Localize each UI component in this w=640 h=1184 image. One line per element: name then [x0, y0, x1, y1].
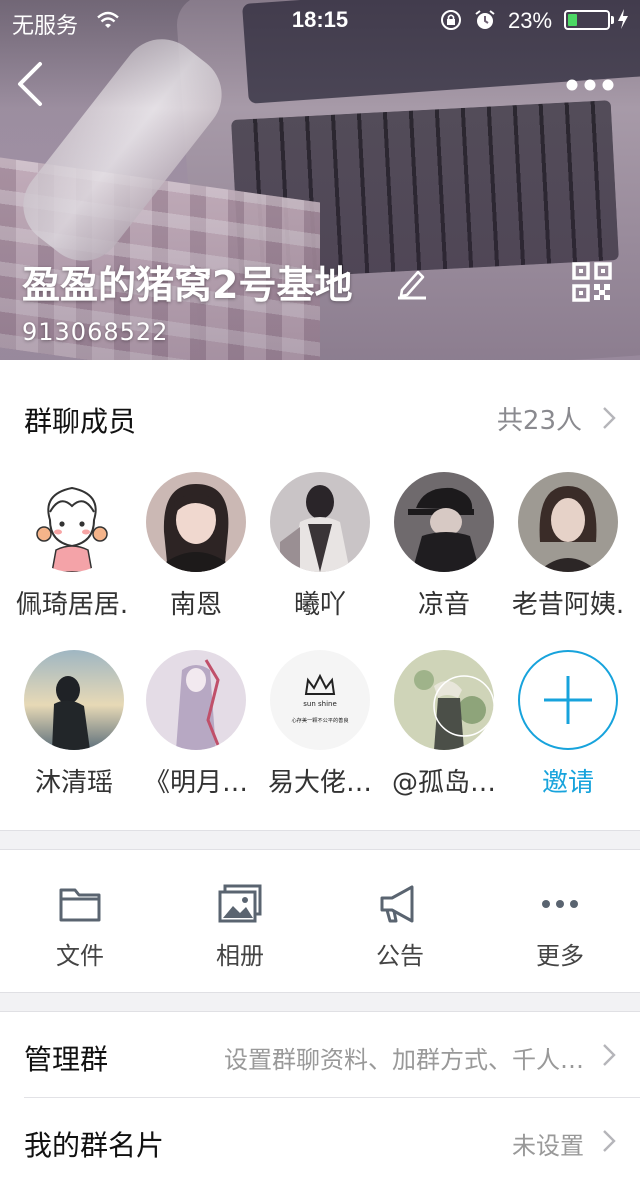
- edit-name-pencil-icon[interactable]: [396, 266, 428, 300]
- member-avatar: [394, 650, 494, 750]
- members-section: 群聊成员 共23人 佩琦居居. 南恩 曦吖 凉音 老昔阿姨. 沐清瑶 《明月… …: [0, 360, 640, 830]
- member-item[interactable]: 《明月…: [134, 650, 258, 800]
- member-item[interactable]: 佩琦居居.: [10, 472, 134, 622]
- avatar-logo-text: sun shine: [303, 700, 337, 708]
- chevron-right-icon: [603, 407, 616, 429]
- member-item[interactable]: 曦吖: [258, 472, 382, 622]
- member-item[interactable]: 凉音: [382, 472, 506, 622]
- member-name: 易大佬…: [267, 768, 372, 798]
- back-button[interactable]: [14, 60, 54, 108]
- status-bar: 无服务 18:15 23%: [0, 0, 640, 40]
- member-name: 佩琦居居.: [15, 590, 129, 620]
- more-options-button[interactable]: [560, 70, 620, 100]
- member-name: 南恩: [169, 590, 222, 620]
- member-avatar: [146, 650, 246, 750]
- my-group-card-row[interactable]: 我的群名片 未设置: [0, 1098, 640, 1184]
- more-dots-icon: [566, 79, 614, 91]
- member-avatar: sun shine 心存美一颗不公平的善良: [270, 650, 370, 750]
- member-avatar: [270, 472, 370, 572]
- members-header[interactable]: 群聊成员 共23人: [0, 360, 640, 460]
- chevron-right-icon: [603, 1130, 616, 1152]
- members-count: 共23人: [496, 406, 582, 436]
- member-item[interactable]: @孤岛…: [382, 650, 506, 800]
- chevron-right-icon: [603, 1044, 616, 1066]
- member-avatar: [24, 650, 124, 750]
- group-id: 913068522: [22, 318, 169, 346]
- battery-nub: [611, 16, 614, 24]
- member-name: 老昔阿姨.: [511, 590, 625, 620]
- row-value: 未设置: [512, 1132, 584, 1160]
- qr-code-icon[interactable]: [572, 262, 612, 302]
- invite-circle: [518, 650, 618, 750]
- alarm-icon: [475, 10, 495, 29]
- group-name: 盈盈的猪窝2号基地: [22, 263, 353, 307]
- manage-group-row[interactable]: 管理群 设置群聊资料、加群方式、千人…: [0, 1012, 640, 1098]
- avatar-logo-subtext: 心存美一颗不公平的善良: [291, 716, 348, 724]
- album-button[interactable]: 相册: [160, 850, 320, 992]
- rotation-lock-icon: [441, 10, 461, 30]
- member-name: 凉音: [417, 590, 470, 620]
- folder-icon: [59, 888, 101, 922]
- action-label: 文件: [56, 942, 104, 970]
- action-label: 相册: [216, 942, 264, 970]
- battery-percent: 23%: [508, 8, 553, 33]
- section-gap: [0, 992, 640, 1012]
- row-value: 设置群聊资料、加群方式、千人…: [224, 1046, 584, 1074]
- back-chevron-icon: [18, 62, 42, 106]
- member-avatar: [22, 472, 122, 572]
- member-item[interactable]: 南恩: [134, 472, 258, 622]
- battery-icon: [564, 10, 610, 30]
- member-avatar: [518, 472, 618, 572]
- member-avatar: [146, 472, 246, 572]
- album-icon: [218, 884, 262, 923]
- plus-icon: [544, 676, 592, 724]
- battery-fill: [568, 14, 577, 26]
- member-item[interactable]: 沐清瑶: [12, 650, 136, 800]
- member-name: @孤岛…: [391, 768, 496, 798]
- member-item[interactable]: sun shine 心存美一颗不公平的善良 易大佬…: [258, 650, 382, 800]
- member-avatar: [394, 472, 494, 572]
- more-button[interactable]: 更多: [480, 850, 640, 992]
- announcement-button[interactable]: 公告: [320, 850, 480, 992]
- megaphone-icon: [380, 885, 414, 923]
- members-title: 群聊成员: [24, 405, 137, 438]
- files-button[interactable]: 文件: [0, 850, 160, 992]
- member-name: 曦吖: [293, 590, 346, 620]
- action-label: 公告: [376, 942, 424, 970]
- invite-label: 邀请: [541, 768, 594, 798]
- row-title: 我的群名片: [24, 1129, 165, 1162]
- member-name: 《明月…: [143, 768, 248, 798]
- more-dots-icon: [542, 900, 578, 908]
- action-label: 更多: [536, 942, 584, 970]
- member-item[interactable]: 老昔阿姨.: [506, 472, 630, 622]
- group-actions-bar: 文件 相册 公告 更多: [0, 850, 640, 992]
- invite-member-button[interactable]: 邀请: [506, 650, 630, 800]
- row-title: 管理群: [24, 1043, 109, 1076]
- section-gap: [0, 830, 640, 850]
- charging-bolt-icon: [618, 9, 628, 29]
